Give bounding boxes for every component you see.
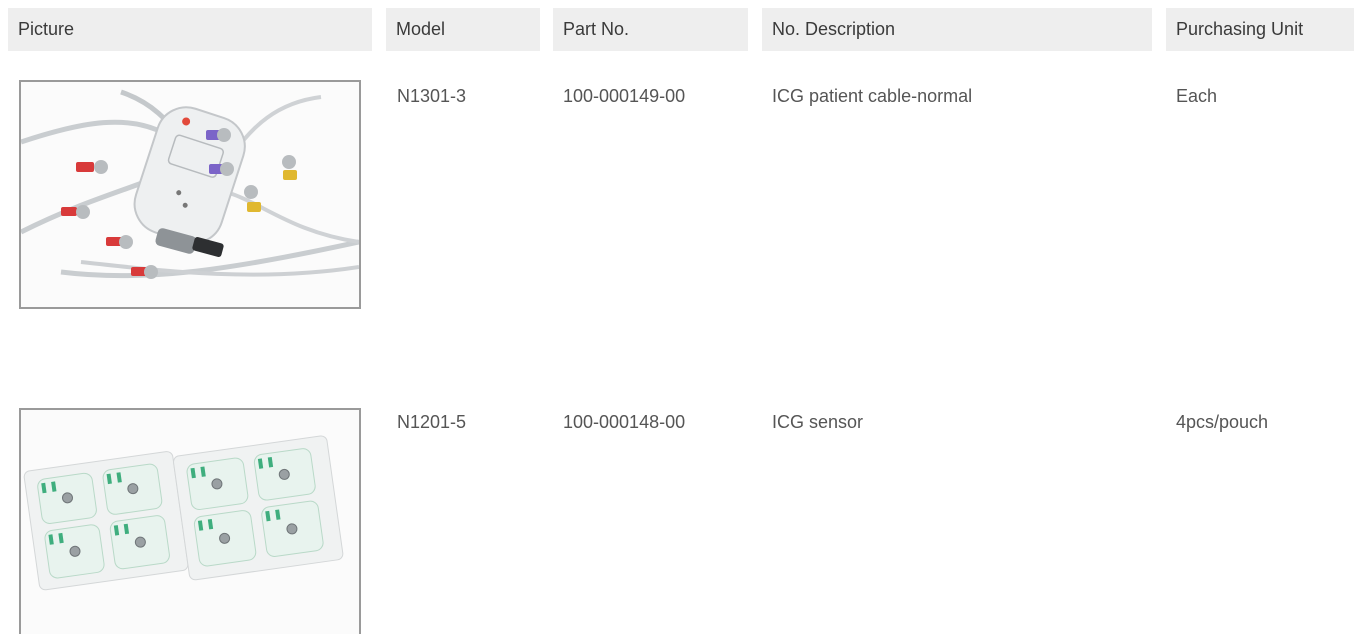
header-description: No. Description xyxy=(762,8,1152,51)
row-1-purchasing-unit: Each xyxy=(1176,86,1218,106)
row-2-description: ICG sensor xyxy=(772,412,864,432)
row-1-description: ICG patient cable-normal xyxy=(772,86,973,106)
product-table: Picture Model Part No. No. Description P… xyxy=(0,0,1354,634)
icg-patient-cable-photo-icon xyxy=(21,82,359,307)
row-2-model: N1201-5 xyxy=(397,412,467,432)
icg-sensor-pads-photo-icon xyxy=(21,410,359,634)
row-1-part-no: 100-000149-00 xyxy=(563,86,686,106)
icg-patient-cable-image xyxy=(19,80,361,309)
header-purchasing-unit: Purchasing Unit xyxy=(1166,8,1354,51)
row-2-purchasing-unit: 4pcs/pouch xyxy=(1176,412,1269,432)
header-picture: Picture xyxy=(8,8,372,51)
header-part-no: Part No. xyxy=(553,8,748,51)
header-model: Model xyxy=(386,8,540,51)
row-1-model: N1301-3 xyxy=(397,86,467,106)
icg-sensor-image xyxy=(19,408,361,634)
row-2-part-no: 100-000148-00 xyxy=(563,412,686,432)
